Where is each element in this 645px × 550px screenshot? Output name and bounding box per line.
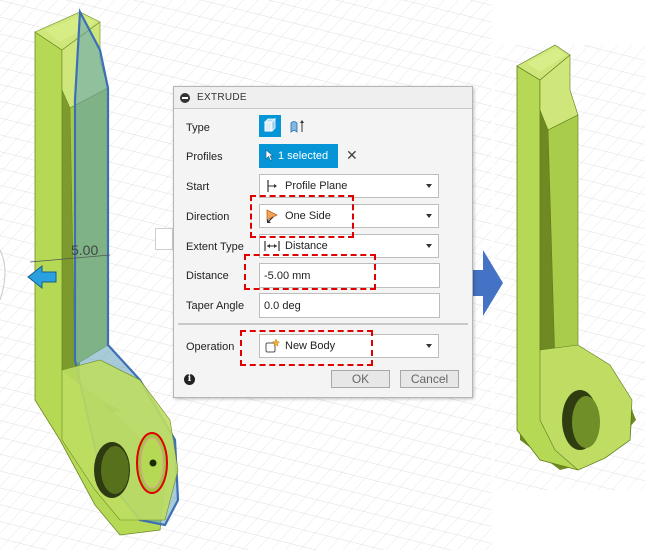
dialog-header[interactable]: EXTRUDE (174, 87, 472, 109)
taper-angle-row: Taper Angle 0.0 deg (174, 293, 474, 319)
collapse-icon[interactable] (180, 92, 190, 103)
cancel-button[interactable]: Cancel (400, 370, 459, 388)
one-side-icon (264, 208, 280, 224)
surface-extrude-icon (290, 120, 304, 133)
start-value: Profile Plane (285, 180, 348, 192)
taper-angle-input[interactable]: 0.0 deg (259, 293, 440, 318)
start-label: Start (186, 181, 210, 193)
extent-type-dropdown[interactable]: Distance (259, 234, 439, 258)
extent-type-row: Extent Type Distance (174, 234, 474, 260)
distance-row: Distance -5.00 mm (174, 263, 474, 289)
extent-type-label: Extent Type (186, 241, 244, 253)
profiles-value: 1 selected (278, 150, 329, 162)
profile-plane-icon (264, 178, 280, 194)
chevron-down-icon (426, 244, 432, 248)
solid-extrude-button[interactable] (259, 115, 281, 137)
chevron-down-icon (426, 344, 432, 348)
extent-type-value: Distance (285, 240, 328, 252)
solid-extrude-icon (264, 118, 276, 132)
distance-icon (264, 238, 280, 254)
profiles-select-button[interactable]: 1 selected (259, 144, 338, 168)
profiles-row: Profiles 1 selected ✕ (174, 144, 474, 170)
cursor-arrow-icon (265, 148, 274, 164)
viewport-mini-control (155, 228, 173, 250)
dimension-label: 5.00 (71, 242, 99, 258)
operation-dropdown[interactable]: New Body (259, 334, 439, 358)
dialog-footer: i OK Cancel (174, 367, 474, 391)
start-row: Start Profile Plane (174, 174, 474, 200)
operation-label: Operation (186, 341, 235, 353)
type-row: Type (174, 115, 474, 141)
new-body-icon (264, 338, 280, 354)
extrude-dialog: EXTRUDE Type Profiles 1 selected ✕ Start… (173, 86, 473, 398)
dialog-title: EXTRUDE (197, 92, 247, 103)
type-label: Type (186, 122, 210, 134)
clear-selection-close-icon[interactable]: ✕ (346, 147, 358, 164)
direction-row: Direction One Side (174, 204, 474, 230)
direction-dropdown[interactable]: One Side (259, 204, 439, 228)
dialog-divider (178, 323, 468, 325)
chevron-down-icon (426, 214, 432, 218)
direction-label: Direction (186, 211, 230, 223)
distance-input[interactable]: -5.00 mm (259, 263, 440, 288)
taper-angle-label: Taper Angle (186, 300, 245, 312)
surface-extrude-button[interactable] (287, 115, 309, 137)
start-dropdown[interactable]: Profile Plane (259, 174, 439, 198)
distance-label: Distance (186, 270, 229, 282)
profiles-label: Profiles (186, 151, 223, 163)
direction-value: One Side (285, 210, 331, 222)
operation-value: New Body (285, 340, 336, 352)
chevron-down-icon (426, 184, 432, 188)
ok-button[interactable]: OK (331, 370, 390, 388)
info-icon[interactable]: i (184, 374, 195, 385)
operation-row: Operation New Body (174, 334, 474, 360)
